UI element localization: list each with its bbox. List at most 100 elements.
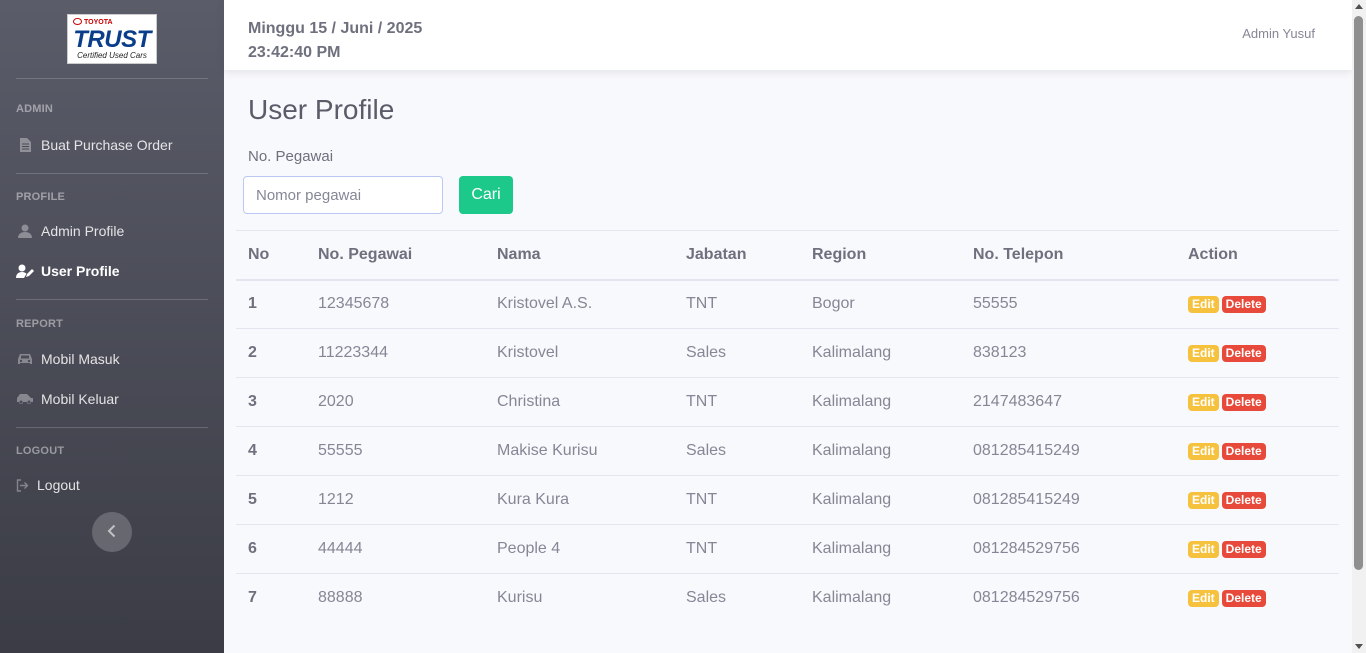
cell-no: 3 [236,377,306,427]
cell-region: Bogor [800,279,961,329]
cell-region: Kalimalang [800,475,961,525]
brand[interactable]: TOYOTA TRUST Certified Used Cars [0,0,224,78]
cell-position: TNT [674,279,800,329]
cell-position: Sales [674,328,800,378]
delete-button[interactable]: Delete [1221,492,1266,509]
cell-no: 5 [236,475,306,525]
cell-region: Kalimalang [800,426,961,476]
cell-name: People 4 [485,524,674,574]
cell-no: 2 [236,328,306,378]
cell-region: Kalimalang [800,377,961,427]
cell-region: Kalimalang [800,524,961,574]
user-edit-icon [16,264,34,278]
scroll-up-arrow-icon[interactable] [1355,4,1363,9]
date-time-display: Minggu 15 / Juni / 2025 23:42:40 PM [248,17,422,65]
cell-name: Kristovel [485,328,674,378]
sidebar-item-label: Buat Purchase Order [41,137,173,153]
cell-action: Edit Delete [1176,377,1339,427]
column-header: No [236,230,306,281]
scrollbar-thumb[interactable] [1354,16,1363,570]
cell-action: Edit Delete [1176,573,1339,623]
employee-number-input[interactable] [243,176,443,214]
cell-action: Edit Delete [1176,524,1339,574]
sidebar-item-label: Logout [37,477,80,493]
cell-name: Kristovel A.S. [485,279,674,329]
sidebar-item-logout[interactable]: Logout [0,465,224,505]
sidebar-item-admin-profile[interactable]: Admin Profile [0,211,224,251]
edit-button[interactable]: Edit [1188,394,1219,411]
table-row: 5 1212 Kura Kura TNT Kalimalang 081285415249 E… [236,475,1339,525]
column-header: Nama [485,230,674,281]
edit-button[interactable]: Edit [1188,590,1219,608]
column-header: Jabatan [674,230,800,281]
topbar: Minggu 15 / Juni / 2025 23:42:40 PM Admi… [224,0,1352,70]
table-row: 4 55555 Makise Kurisu Sales Kalimalang 081285… [236,426,1339,476]
cell-name: Kura Kura [485,475,674,525]
table-row: 7 88888 Kurisu Sales Kalimalang 081284529756 E… [236,573,1339,623]
sidebar-item-mobil-keluar[interactable]: Mobil Keluar [0,379,224,419]
cell-action: Edit Delete [1176,475,1339,525]
page-title: User Profile [248,94,395,125]
cell-employee-number: 12345678 [306,279,485,329]
table-row: 1 12345678 Kristovel A.S. TNT Bogor 55555 Edit… [236,279,1339,329]
cell-phone: 2147483647 [961,377,1176,427]
edit-button[interactable]: Edit [1188,345,1219,362]
delete-button[interactable]: Delete [1221,394,1266,411]
cell-phone: 081284529756 [961,524,1176,574]
sidebar-item-user-profile[interactable]: User Profile [0,251,224,291]
car-side-icon [16,392,34,406]
column-header: No. Telepon [961,230,1176,281]
cell-no: 6 [236,524,306,574]
logo-toyota-text: TOYOTA [73,18,113,26]
sidebar-toggle-button[interactable] [92,512,132,552]
search-label: No. Pegawai [248,148,334,165]
sidebar-item-mobil-masuk[interactable]: Mobil Masuk [0,339,224,379]
delete-button[interactable]: Delete [1221,443,1266,460]
cell-no: 1 [236,279,306,329]
cell-employee-number: 2020 [306,377,485,427]
sidebar: TOYOTA TRUST Certified Used Cars ADMIN B… [0,0,224,653]
sidebar-heading-logout: LOGOUT [16,445,65,457]
logo-trust-text: TRUST [73,26,151,53]
user-menu[interactable]: Admin Yusuf [1242,26,1315,41]
cell-employee-number: 11223344 [306,328,485,378]
delete-button[interactable]: Delete [1221,590,1266,608]
cell-action: Edit Delete [1176,328,1339,378]
sign-out-icon [16,478,30,492]
edit-button[interactable]: Edit [1188,443,1219,460]
sidebar-item-label: Mobil Keluar [41,391,119,407]
cell-phone: 838123 [961,328,1176,378]
sidebar-item-buat-purchase-order[interactable]: Buat Purchase Order [0,125,224,165]
delete-button[interactable]: Delete [1221,296,1266,314]
table-header-row: No No. Pegawai Nama Jabatan Region No. T… [236,230,1339,281]
cell-name: Christina [485,377,674,427]
cell-position: Sales [674,426,800,476]
cell-employee-number: 88888 [306,573,485,623]
toyota-trust-logo[interactable]: TOYOTA TRUST Certified Used Cars [67,14,157,64]
scroll-down-arrow-icon[interactable] [1355,644,1363,649]
cell-name: Makise Kurisu [485,426,674,476]
edit-button[interactable]: Edit [1188,296,1219,314]
cell-phone: 081285415249 [961,475,1176,525]
cell-position: TNT [674,524,800,574]
logo-certified-text: Certified Used Cars [77,51,147,60]
delete-button[interactable]: Delete [1221,541,1266,558]
cell-no: 4 [236,426,306,476]
cell-name: Kurisu [485,573,674,623]
cell-phone: 081284529756 [961,573,1176,623]
table-row: 6 44444 People 4 TNT Kalimalang 081284529756 E… [236,524,1339,574]
table-row: 2 11223344 Kristovel Sales Kalimalang 838123 E… [236,328,1339,378]
edit-button[interactable]: Edit [1188,541,1219,558]
column-header: Region [800,230,961,281]
column-header: Action [1176,230,1339,281]
edit-button[interactable]: Edit [1188,492,1219,509]
search-button[interactable]: Cari [459,176,513,214]
car-icon [16,352,34,366]
chevron-left-icon [107,522,117,543]
cell-phone: 081285415249 [961,426,1176,476]
cell-employee-number: 1212 [306,475,485,525]
table-body: 1 12345678 Kristovel A.S. TNT Bogor 55555 Edit… [236,279,1339,623]
page-scrollbar[interactable] [1352,0,1366,653]
delete-button[interactable]: Delete [1221,345,1266,362]
cell-phone: 55555 [961,279,1176,329]
